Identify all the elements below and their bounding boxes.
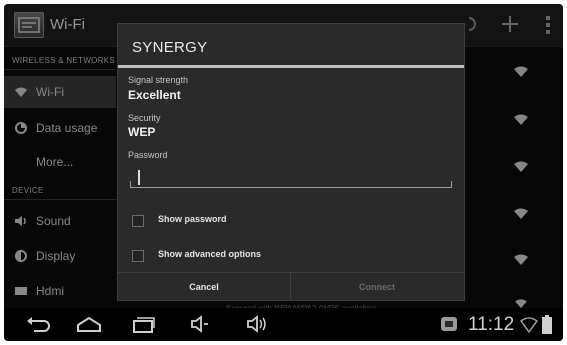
recent-apps-icon[interactable]: [132, 315, 156, 333]
volume-up-icon[interactable]: [246, 315, 270, 333]
show-advanced-checkbox[interactable]: [132, 250, 144, 262]
dialog-button-bar: Cancel Connect: [118, 272, 464, 301]
clock: 11:12: [468, 314, 515, 335]
show-password-checkbox[interactable]: [132, 215, 144, 227]
back-icon[interactable]: [26, 315, 52, 333]
home-icon[interactable]: [76, 315, 102, 333]
wifi-status-icon: [520, 317, 538, 333]
battery-icon: [542, 315, 552, 334]
password-field[interactable]: [130, 167, 452, 188]
show-advanced-label: Show advanced options: [158, 249, 262, 259]
usb-debug-icon: [441, 317, 457, 331]
wifi-connect-dialog: SYNERGY Signal strength Excellent Securi…: [117, 23, 465, 301]
signal-strength-label: Signal strength: [128, 75, 189, 85]
password-label: Password: [128, 150, 168, 160]
security-label: Security: [128, 113, 161, 123]
screen: Wi-Fi WIRELESS & NETWORKS Wi-Fi Data usa…: [4, 4, 563, 341]
title-divider: [118, 65, 464, 68]
signal-strength-value: Excellent: [128, 88, 181, 102]
security-value: WEP: [128, 125, 156, 139]
system-nav-bar: 11:12: [4, 308, 563, 341]
show-password-label: Show password: [158, 214, 227, 224]
cancel-button[interactable]: Cancel: [118, 273, 291, 301]
dialog-title: SYNERGY: [132, 39, 208, 56]
text-cursor: [138, 170, 140, 185]
volume-down-icon[interactable]: [190, 315, 210, 333]
connect-button[interactable]: Connect: [291, 273, 463, 301]
